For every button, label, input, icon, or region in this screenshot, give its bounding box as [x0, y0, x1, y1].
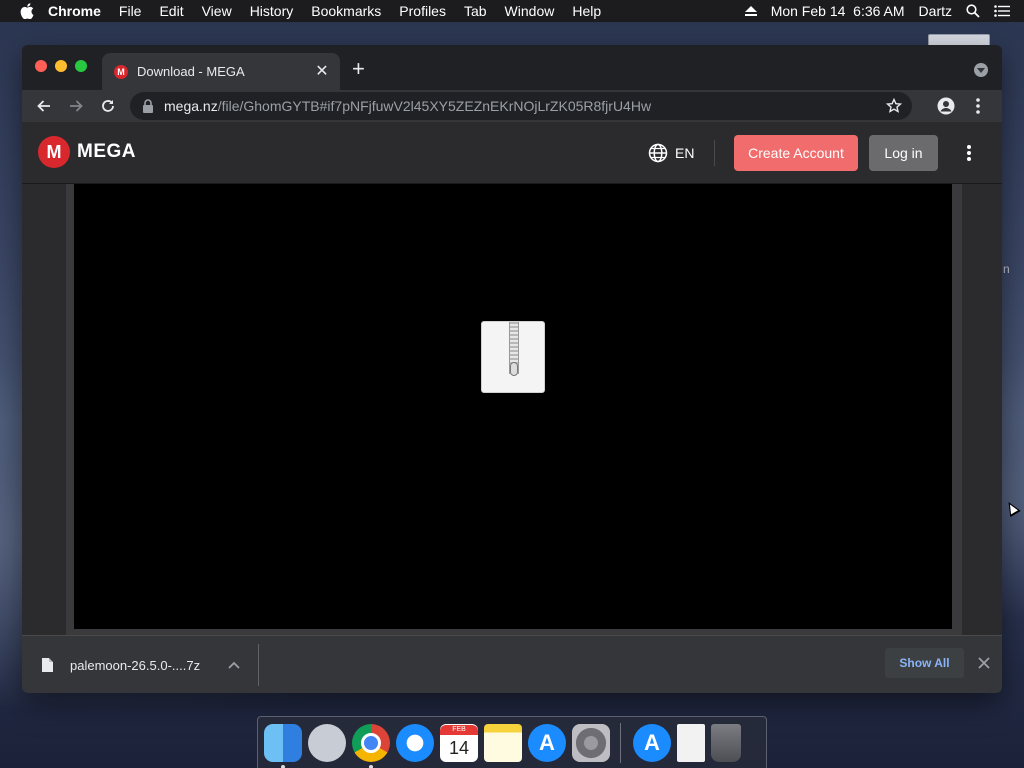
mega-favicon-icon: M [114, 64, 128, 79]
dock: FEB 14 A A [257, 716, 767, 768]
url-domain: mega.nz [164, 98, 218, 114]
chrome-icon[interactable] [352, 723, 390, 768]
finder-icon[interactable] [264, 723, 302, 768]
header-divider [714, 140, 715, 166]
arrow-right-icon [70, 100, 83, 112]
url-text: mega.nz/file/GhomGYTB#if7pNFjfuwV2l45XY5… [164, 98, 651, 114]
chrome-menu-icon[interactable] [974, 97, 982, 115]
trash-icon[interactable] [711, 723, 741, 762]
spotlight-search-icon[interactable] [966, 4, 980, 18]
log-in-button[interactable]: Log in [869, 135, 938, 171]
mega-header: M MEGA EN Create Account Log in [22, 122, 1002, 184]
launchpad-icon[interactable] [308, 723, 346, 762]
new-tab-button[interactable]: + [352, 58, 365, 80]
running-indicator [281, 764, 285, 768]
zipper-pull-icon [510, 362, 518, 376]
reload-icon [102, 100, 114, 112]
preview-viewer [74, 184, 952, 629]
language-label: EN [675, 145, 695, 161]
calendar-day: 14 [448, 737, 470, 758]
close-shelf-icon[interactable] [977, 656, 991, 670]
mega-logo-icon: M [38, 136, 70, 168]
url-path: /file/GhomGYTB#if7pNFjfuwV2l45XY5ZEZnEKr… [217, 98, 652, 114]
system-preferences-icon[interactable] [572, 723, 610, 762]
mega-menu-icon[interactable] [966, 144, 972, 162]
menu-bar: Chrome File Edit View History Bookmarks … [0, 0, 1024, 22]
download-shelf: palemoon-26.5.0-....7z Show All [22, 635, 1002, 693]
menu-edit[interactable]: Edit [159, 3, 183, 19]
running-indicator [369, 764, 373, 768]
notes-icon[interactable] [484, 723, 522, 762]
reload-button[interactable] [98, 96, 118, 116]
download-item[interactable]: palemoon-26.5.0-....7z [42, 636, 240, 693]
notification-center-icon[interactable] [994, 5, 1010, 17]
app-store-download-icon[interactable]: A [633, 723, 671, 762]
tab-search-icon[interactable] [974, 63, 988, 77]
minimize-window-button[interactable] [55, 60, 67, 72]
menu-profiles[interactable]: Profiles [399, 3, 446, 19]
arrow-left-icon [37, 100, 50, 112]
globe-icon [648, 143, 668, 163]
apple-menu-icon[interactable] [20, 3, 34, 19]
calendar-icon[interactable]: FEB 14 [440, 723, 478, 762]
language-selector[interactable]: EN [648, 143, 694, 163]
window-controls [35, 60, 87, 72]
app-store-icon[interactable]: A [528, 723, 566, 762]
calendar-month: FEB [440, 724, 478, 735]
desktop-label-fragment: n [1003, 262, 1010, 276]
tab-strip: M Download - MEGA ✕ + [22, 45, 1002, 90]
profile-icon[interactable] [937, 97, 955, 115]
browser-window: M Download - MEGA ✕ + mega.nz/file/GhomG… [22, 45, 1002, 693]
show-all-button[interactable]: Show All [885, 648, 964, 678]
tab-title: Download - MEGA [137, 64, 245, 79]
eject-icon[interactable] [744, 6, 757, 16]
zip-archive-icon [481, 321, 545, 393]
shelf-divider [258, 644, 259, 686]
browser-toolbar: mega.nz/file/GhomGYTB#if7pNFjfuwV2l45XY5… [22, 90, 1002, 122]
mega-logo-text: MEGA [77, 141, 136, 162]
download-file-name: palemoon-26.5.0-....7z [70, 657, 201, 673]
chevron-up-icon[interactable] [228, 661, 240, 669]
menu-window[interactable]: Window [505, 3, 555, 19]
create-account-button[interactable]: Create Account [734, 135, 858, 171]
zoom-window-button[interactable] [75, 60, 87, 72]
menu-clock[interactable]: Mon Feb 14 6:36 AM [771, 3, 905, 19]
bookmark-star-icon[interactable] [886, 98, 902, 114]
menu-user[interactable]: Dartz [919, 3, 952, 19]
menu-file[interactable]: File [119, 3, 142, 19]
file-preview-area [22, 184, 1002, 635]
menu-tab[interactable]: Tab [464, 3, 487, 19]
menu-bookmarks[interactable]: Bookmarks [311, 3, 381, 19]
menu-app-name[interactable]: Chrome [48, 3, 101, 19]
menu-help[interactable]: Help [572, 3, 601, 19]
lock-icon[interactable] [142, 99, 154, 113]
forward-button[interactable] [66, 96, 86, 116]
safari-icon[interactable] [396, 723, 434, 762]
tab-download-mega[interactable]: M Download - MEGA ✕ [102, 53, 340, 90]
close-tab-icon[interactable]: ✕ [314, 63, 330, 80]
back-button[interactable] [34, 96, 54, 116]
menu-view[interactable]: View [202, 3, 232, 19]
menu-history[interactable]: History [250, 3, 294, 19]
document-icon[interactable] [677, 723, 705, 762]
file-icon [42, 658, 53, 672]
mega-logo[interactable]: M MEGA [38, 136, 136, 168]
address-bar[interactable]: mega.nz/file/GhomGYTB#if7pNFjfuwV2l45XY5… [130, 92, 912, 120]
close-window-button[interactable] [35, 60, 47, 72]
dock-separator [620, 722, 621, 763]
